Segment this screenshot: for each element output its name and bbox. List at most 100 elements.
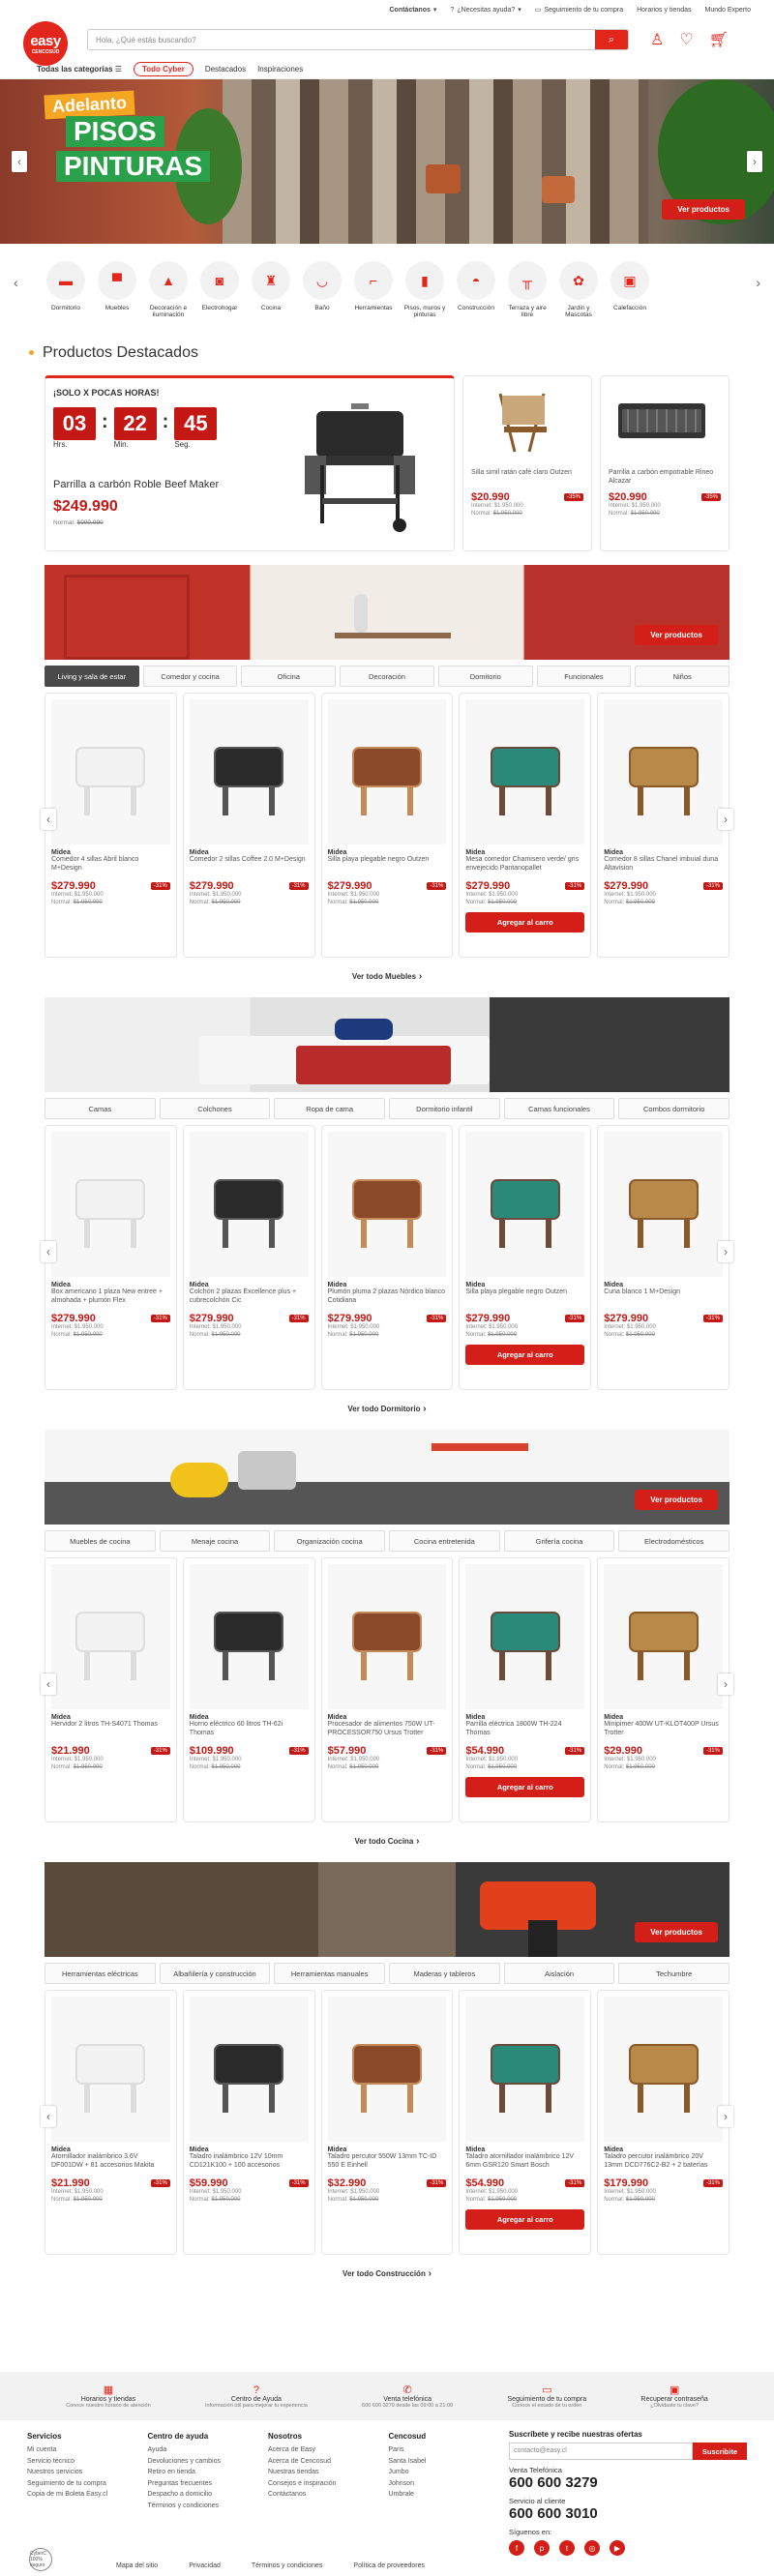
product-card[interactable]: Midea Horno eléctrico 60 litros TH-62i Th… [182,1557,315,1822]
add-to-cart-button[interactable]: Agregar al carro [465,1776,585,1797]
section-cta-button[interactable]: Ver productos [635,1490,718,1510]
tab-camas[interactable]: Camas [45,1098,156,1119]
product-card[interactable]: Midea Atornillador inalámbrico 3.6V DF001… [45,1990,177,2255]
product-card[interactable]: Midea Parrilla eléctrica 1800W TH-224 Tho… [459,1557,592,1822]
product-card[interactable]: Midea Hervidor 2 litros TH-S4071 Thomas $2… [45,1557,177,1822]
tab-colchones[interactable]: Colchones [159,1098,271,1119]
add-to-cart-button[interactable]: Agregar al carro [465,1344,585,1365]
product-card[interactable]: Midea Box americano 1 plaza New entree + … [45,1125,177,1390]
footer-link[interactable]: Nuestras tiendas [268,2467,389,2478]
category-item[interactable]: ◙ Electrohogar [196,261,243,318]
section-banner-cocina[interactable]: Ver productos [45,1430,729,1525]
search-button[interactable]: ⌕ [595,30,628,49]
expert-link[interactable]: Mundo Experto [705,7,751,14]
service-phone[interactable]: ✆ Venta telefónica 600 600 3279 desde las … [362,2384,453,2409]
tab-cocina-entretenida[interactable]: Cocina entretenida [389,1530,500,1552]
tab-maderas[interactable]: Maderas y tableros [389,1963,500,1984]
category-item[interactable]: ⌐ Herramientas [350,261,397,318]
track-link[interactable]: ▭ Seguimiento de tu compra [535,6,623,15]
product-card[interactable]: Midea Minipimer 400W UT-KLOT400P Ursus Tr… [597,1557,729,1822]
twitter-icon[interactable]: t [559,2540,575,2556]
footer-link[interactable]: Contáctanos [268,2489,389,2501]
product-card[interactable]: Midea Mesa comedor Chamisero verde/ gris … [459,693,592,958]
flash-deal-card[interactable]: ¡SOLO X POCAS HORAS! 03 Hrs. : 22 Min. : 4… [45,375,455,551]
featured-product-card[interactable]: Parrilla a carbón empotrable Rineo Alcaz… [600,375,729,551]
product-card[interactable]: Midea Comedor 2 sillas Coffee 2.0 M+Desig… [182,693,315,958]
carousel-next-arrow[interactable]: › [718,1673,733,1695]
see-all-link[interactable]: Ver todo Cocina [0,1836,774,1847]
product-card[interactable]: Midea Silla playa plegable negro Outzen $2… [320,693,454,958]
product-card[interactable]: Midea Plumón pluma 2 plazas Nórdico blanc… [320,1125,454,1390]
footer-link[interactable]: Devoluciones y cambios [148,2456,269,2468]
product-card[interactable]: Midea Taladro inalámbrico 12V 10mm CD121K… [182,1990,315,2255]
footer-link[interactable]: Jumbo [389,2467,510,2478]
tab-organizacion[interactable]: Organización cocina [274,1530,386,1552]
cart-icon[interactable]: 🛒︎ [709,30,729,49]
product-card[interactable]: Midea Taladro percutor 550W 13mm TC-ID 55… [320,1990,454,2255]
carousel-prev-arrow[interactable]: ‹ [41,2106,56,2127]
footer-bottom-link[interactable]: Política de proveedores [353,2562,425,2569]
carousel-prev-arrow[interactable]: ‹ [41,1241,56,1262]
product-card[interactable]: Midea Silla playa plegable negro Outzen $2… [459,1125,592,1390]
nav-inspiration[interactable]: Inspiraciones [257,65,303,74]
product-card[interactable]: Midea Comedor 8 sillas Chanel imbuial dun… [597,693,729,958]
hero-prev-arrow[interactable]: ‹ [12,151,27,172]
tab-griferia[interactable]: Grifería cocina [503,1530,615,1552]
tab-menaje[interactable]: Menaje cocina [159,1530,271,1552]
footer-link[interactable]: Johnson [389,2478,510,2490]
tab-techumbre[interactable]: Techumbre [618,1963,730,1984]
footer-link[interactable]: Seguimiento de tu compra [27,2478,148,2490]
service-password[interactable]: ▣ Recuperar contraseña ¿Olvidaste tu clave… [641,2384,708,2409]
tab-decoracion[interactable]: Decoración [340,666,434,687]
add-to-cart-button[interactable]: Agregar al carro [465,911,585,933]
footer-link[interactable]: Términos y condiciones [148,2501,269,2512]
tab-herramientas-manuales[interactable]: Herramientas manuales [274,1963,386,1984]
tab-camas-funcionales[interactable]: Camas funcionales [503,1098,615,1119]
footer-link[interactable]: Mi cuenta [27,2444,148,2456]
tab-funcionales[interactable]: Funcionales [536,666,632,687]
product-card[interactable]: Midea Taladro atornillador inalámbrico 12… [459,1990,592,2255]
tab-albanileria[interactable]: Albañilería y construcción [159,1963,271,1984]
product-card[interactable]: Midea Comedor 4 sillas Abril blanco M+Des… [45,693,177,958]
hours-link[interactable]: Horarios y tiendas [637,7,691,14]
tab-electrodomesticos[interactable]: Electrodomésticos [618,1530,730,1552]
product-card[interactable]: Midea Cuna blanco 1 M+Design $279.990 -31% I… [597,1125,729,1390]
flash-product-name[interactable]: Parrilla a carbón Roble Beef Maker [53,479,219,490]
section-banner-construccion[interactable]: Ver productos [45,1862,729,1957]
product-card[interactable]: Midea Colchón 2 plazas Excellence plus + … [182,1125,315,1390]
heart-icon[interactable]: ♡ [679,30,693,49]
tab-dormitorio[interactable]: Domitorio [437,666,533,687]
carousel-prev-arrow[interactable]: ‹ [41,1673,56,1695]
hero-cta-button[interactable]: Ver productos [662,199,745,220]
help-link[interactable]: ? ¿Necesitas ayuda? ▾ [450,6,521,15]
section-banner-muebles[interactable]: Ver productos [45,565,729,660]
tab-dormitorio-infantil[interactable]: Dormitorio infantil [389,1098,500,1119]
footer-link[interactable]: Paris [389,2444,510,2456]
carousel-next-arrow[interactable]: › [718,1241,733,1262]
tab-muebles-cocina[interactable]: Muebles de cocina [45,1530,156,1552]
service-phone-number[interactable]: 600 600 3010 [509,2505,747,2522]
tab-ninos[interactable]: Niños [635,666,730,687]
service-help[interactable]: ? Centro de Ayuda Información útil para me… [205,2384,308,2409]
section-banner-dormitorio[interactable] [45,997,729,1092]
all-categories-menu[interactable]: Todas las categorías ☰ [37,65,122,74]
tab-combos[interactable]: Combos dormitorio [618,1098,730,1119]
youtube-icon[interactable]: ▶ [610,2540,625,2556]
footer-link[interactable]: Nuestros servicios [27,2467,148,2478]
footer-link[interactable]: Despacho a domicilio [148,2489,269,2501]
footer-bottom-link[interactable]: Privacidad [189,2562,221,2569]
section-cta-button[interactable]: Ver productos [635,625,718,645]
footer-link[interactable]: Umbrale [389,2489,510,2501]
product-card[interactable]: Midea Procesador de alimentos 750W UT-PRO… [320,1557,454,1822]
see-all-link[interactable]: Ver todo Muebles [0,971,774,982]
footer-link[interactable]: Acerca de Easy [268,2444,389,2456]
tab-comedor[interactable]: Comedor y cocina [142,666,238,687]
category-item[interactable]: ▬ Dormitorio [43,261,89,318]
footer-link[interactable]: Copia de mi Boleta Easy.cl [27,2489,148,2501]
see-all-link[interactable]: Ver todo Dormitorio [0,1404,774,1414]
nav-featured[interactable]: Destacados [205,65,246,74]
tab-living[interactable]: Living y sala de estar [45,666,139,687]
sales-phone[interactable]: 600 600 3279 [509,2474,747,2491]
facebook-icon[interactable]: f [509,2540,524,2556]
carousel-prev-arrow[interactable]: ‹ [41,809,56,830]
